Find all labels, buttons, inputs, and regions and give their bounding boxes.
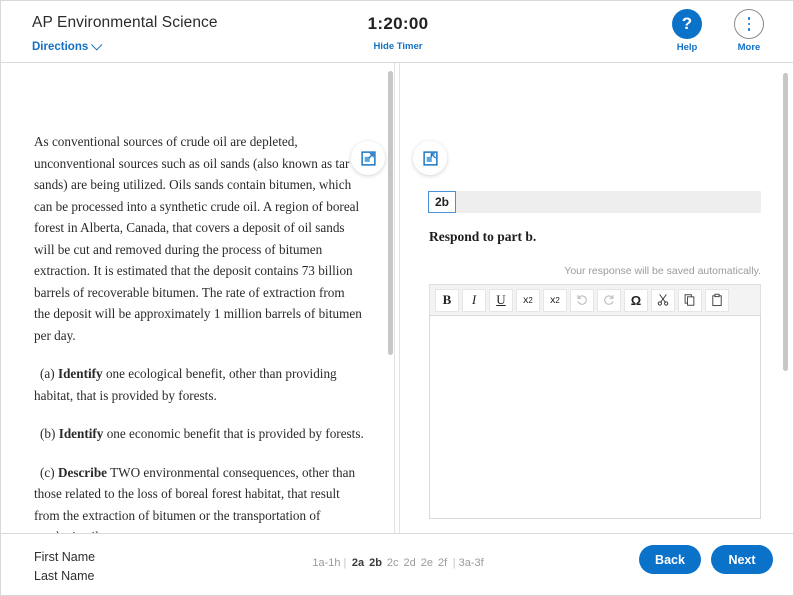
- autosave-note: Your response will be saved automaticall…: [564, 265, 761, 277]
- student-last-name: Last Name: [34, 568, 95, 583]
- passage-paragraph: As conventional sources of crude oil are…: [34, 134, 362, 343]
- undo-button[interactable]: [570, 288, 594, 312]
- expand-left-panel-icon: [360, 150, 376, 166]
- more-vertical-icon: [734, 9, 764, 39]
- redo-button[interactable]: [597, 288, 621, 312]
- editor-toolbar: BIUx2x2 Ω: [429, 284, 761, 315]
- help-label: Help: [676, 42, 698, 53]
- pager-group-1[interactable]: 1a-1h: [312, 557, 340, 569]
- response-editor: BIUx2x2 Ω: [429, 284, 761, 519]
- superscript-button[interactable]: x2: [516, 288, 540, 312]
- copy-button[interactable]: [678, 288, 702, 312]
- question-mark-icon: ?: [672, 9, 702, 39]
- response-scrollbar-thumb[interactable]: [783, 73, 788, 371]
- special-character-button[interactable]: Ω: [624, 288, 648, 312]
- response-textarea[interactable]: [429, 315, 761, 519]
- pager-item-2f[interactable]: 2f: [438, 557, 447, 569]
- stimulus-panel: As conventional sources of crude oil are…: [1, 63, 394, 533]
- paste-button[interactable]: [705, 288, 729, 312]
- pager-separator: |: [452, 557, 456, 569]
- exam-header: AP Environmental Science Directions 1:20…: [1, 1, 793, 63]
- more-label: More: [737, 42, 761, 53]
- question-tab-strip: [428, 191, 761, 213]
- underline-button[interactable]: U: [489, 288, 513, 312]
- passage-paragraph: (a) Identify one ecological benefit, oth…: [34, 366, 337, 403]
- panel-divider: [394, 63, 395, 533]
- exam-footer: First Name Last Name 1a-1h | 2a 2b 2c 2d 2e 2f |…: [1, 533, 793, 595]
- next-button[interactable]: Next: [711, 545, 773, 574]
- expand-left-panel-button[interactable]: [351, 141, 385, 175]
- help-button[interactable]: ? Help: [663, 9, 711, 53]
- pager-group-3[interactable]: 3a-3f: [459, 557, 484, 569]
- pager-item-2b[interactable]: 2b: [369, 557, 382, 569]
- pager-separator: |: [343, 557, 347, 569]
- back-button[interactable]: Back: [639, 545, 701, 574]
- question-tab-2b[interactable]: 2b: [428, 191, 457, 213]
- italic-button[interactable]: I: [462, 288, 486, 312]
- pager-item-2e[interactable]: 2e: [421, 557, 433, 569]
- cut-button[interactable]: [651, 288, 675, 312]
- stimulus-scrollbar-thumb[interactable]: [388, 71, 393, 355]
- passage-paragraph: (b) Identify one economic benefit that i…: [40, 426, 364, 442]
- passage-text: As conventional sources of crude oil are…: [34, 131, 364, 533]
- more-button[interactable]: More: [725, 9, 773, 53]
- subscript-button[interactable]: x2: [543, 288, 567, 312]
- pager-item-2c[interactable]: 2c: [387, 557, 399, 569]
- expand-right-panel-icon: [422, 150, 438, 166]
- question-prompt: Respond to part b.: [429, 229, 537, 244]
- passage-paragraph: (c) Describe TWO environmental consequen…: [34, 464, 356, 533]
- expand-right-panel-button[interactable]: [413, 141, 447, 175]
- pager-item-2a[interactable]: 2a: [352, 557, 364, 569]
- bold-button[interactable]: B: [435, 288, 459, 312]
- exam-app-window: AP Environmental Science Directions 1:20…: [0, 0, 794, 596]
- header-actions: ? Help More: [663, 9, 773, 53]
- pager-item-2d[interactable]: 2d: [404, 557, 416, 569]
- navigation-buttons: Back Next: [639, 545, 773, 574]
- exam-body: As conventional sources of crude oil are…: [1, 63, 793, 533]
